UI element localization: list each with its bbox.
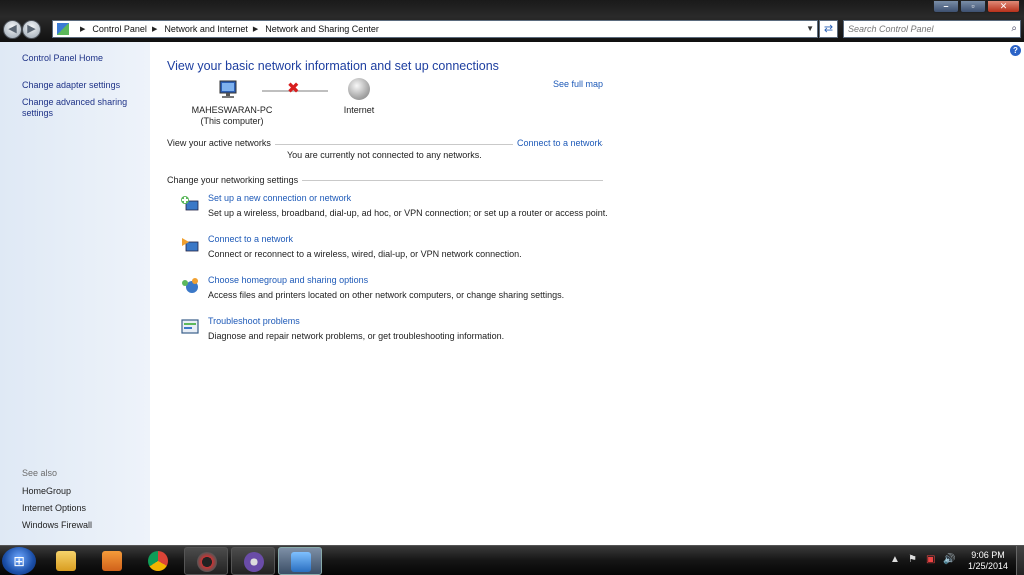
chevron-right-icon: ▶ [80,26,86,33]
restore-icon: ▫ [971,1,975,11]
disconnected-x-icon[interactable]: ✖ [287,79,300,97]
taskbar-torrent-app[interactable] [231,547,275,575]
change-settings-label: Change your networking settings [167,175,303,185]
computer-name: MAHESWARAN-PC (This computer) [184,105,280,127]
chevron-right-icon: ▶ [151,26,158,33]
network-disconnected-icon[interactable]: ▣ [926,554,935,565]
close-icon: ✕ [999,1,1008,11]
task-description: Connect or reconnect to a wireless, wire… [208,249,522,259]
breadcrumb-network-sharing-center[interactable]: Network and Sharing Center [265,24,379,34]
setup-connection-link[interactable]: Set up a new connection or network [208,193,351,203]
forward-button[interactable]: ▶ [22,20,41,39]
minimize-icon: – [943,1,949,11]
new-connection-icon [181,196,199,211]
clock-time: 9:06 PM [971,550,1005,560]
address-bar[interactable]: ▶ Control Panel ▶ Network and Internet ▶ N… [52,20,818,38]
computer-name-label: MAHESWARAN-PC [191,105,273,115]
breadcrumb-arrow[interactable]: ▶ [75,25,92,33]
clock[interactable]: 9:06 PM 1/25/2014 [958,550,1018,572]
breadcrumb-control-panel[interactable]: Control Panel ▶ [92,24,164,34]
minimize-button[interactable]: – [933,0,959,13]
internet-label: Internet [343,105,375,115]
show-hidden-icons-icon[interactable]: ▲ [890,554,900,565]
task-description: Diagnose and repair network problems, or… [208,331,505,341]
active-networks-label: View your active networks [167,138,275,148]
connect-network-icon [182,238,199,252]
breadcrumb-label: Network and Internet [164,24,248,34]
task-description: Access files and printers located on oth… [208,290,565,300]
refresh-button[interactable]: ⇄ [819,20,838,38]
back-arrow-icon: ◀ [8,23,17,35]
computer-sub-label: (This computer) [200,116,264,126]
window-titlebar: – ▫ ✕ ◀ ▶ ▶ Control Panel ▶ Network and I… [0,0,1024,42]
change-advanced-sharing-link[interactable]: Change advanced sharing settings [22,97,140,119]
control-panel-icon [291,552,311,572]
homegroup-sharing-link[interactable]: Choose homegroup and sharing options [208,275,368,285]
back-button[interactable]: ◀ [3,20,22,39]
clock-date: 1/25/2014 [967,561,1009,571]
search-icon[interactable]: ⌕ [1011,23,1017,34]
see-full-map-link[interactable]: See full map [553,79,603,89]
control-panel-icon [57,23,69,35]
taskbar-explorer[interactable] [44,547,88,575]
page-title: View your basic network information and … [167,59,499,73]
taskbar-control-panel[interactable] [278,547,322,575]
taskbar-media-player[interactable] [90,547,134,575]
chevron-right-icon: ▶ [252,26,259,33]
breadcrumb-network-internet[interactable]: Network and Internet ▶ [164,24,265,34]
troubleshoot-link[interactable]: Troubleshoot problems [208,316,300,326]
connect-to-network-link[interactable]: Connect to a network [513,138,603,148]
windows-logo-icon: ⊞ [13,553,25,569]
maximize-button[interactable]: ▫ [960,0,986,13]
action-center-icon[interactable]: ⚑ [908,554,917,565]
taskbar-media-app[interactable] [184,547,228,575]
main-content: ? View your basic network information an… [150,42,1024,545]
start-button[interactable]: ⊞ [2,547,36,575]
chevron-down-icon[interactable]: ▼ [806,24,814,33]
change-adapter-settings-link[interactable]: Change adapter settings [22,80,140,91]
media-app-icon [197,552,217,572]
control-panel-home-link[interactable]: Control Panel Home [22,53,140,64]
forward-arrow-icon: ▶ [27,23,36,35]
search-box[interactable]: ⌕ [843,20,1021,38]
show-desktop-button[interactable] [1016,546,1024,575]
breadcrumb-label: Network and Sharing Center [265,24,379,34]
taskbar: ⊞ ▲ ⚑ ▣ 🔊 9:06 PM 1/25/2014 [0,545,1024,575]
volume-icon[interactable]: 🔊 [943,554,955,565]
search-input[interactable] [848,24,998,34]
task-description: Set up a wireless, broadband, dial-up, a… [208,208,608,218]
connect-to-network-task-link[interactable]: Connect to a network [208,234,293,244]
troubleshoot-icon [181,319,199,334]
refresh-icon: ⇄ [823,23,834,35]
windows-firewall-link[interactable]: Windows Firewall [22,520,140,531]
chrome-icon [148,551,168,571]
see-also-heading: See also [22,468,58,478]
computer-icon[interactable] [217,80,241,100]
folder-icon [56,551,76,571]
help-icon[interactable]: ? [1010,45,1021,56]
homegroup-icon [182,278,198,293]
connection-status-text: You are currently not connected to any n… [287,150,482,160]
torrent-app-icon [244,552,264,572]
homegroup-link[interactable]: HomeGroup [22,486,140,497]
left-nav-pane: Control Panel Home Change adapter settin… [0,42,150,545]
media-player-icon [102,551,122,571]
breadcrumb-label: Control Panel [92,24,147,34]
taskbar-chrome[interactable] [136,547,180,575]
close-button[interactable]: ✕ [987,0,1020,13]
internet-globe-icon[interactable] [348,78,370,100]
internet-options-link[interactable]: Internet Options [22,503,140,514]
